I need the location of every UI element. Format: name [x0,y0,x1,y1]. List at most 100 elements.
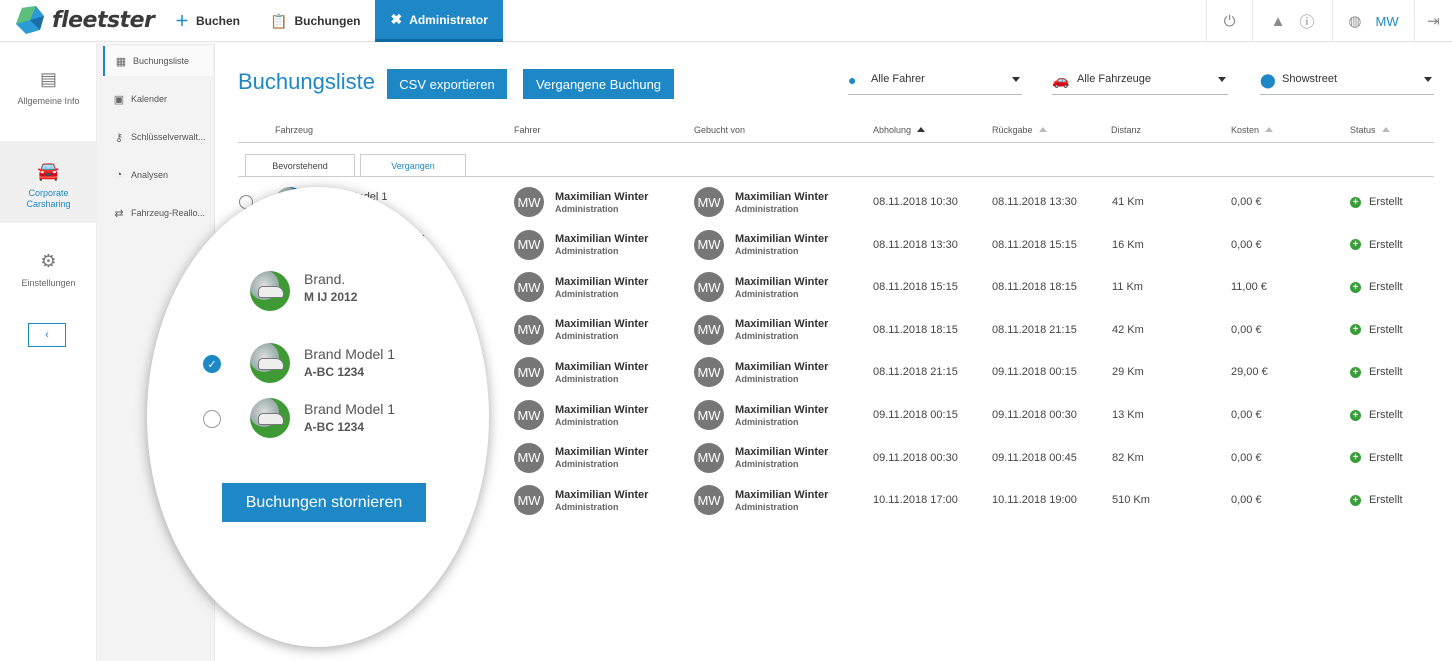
analytics-icon: ◔ [115,169,123,181]
magnified-row[interactable]: Brand Model 1 A-BC 1234 [147,392,489,442]
cost-cell: 11,00 € [1231,281,1267,294]
avatar: MW [694,485,724,516]
page-title: Buchungsliste [238,69,375,94]
nav-label: Buchungen [294,14,361,28]
distance-cell: 510 Km [1112,494,1150,507]
tab-bevorstehend[interactable]: Bevorstehend [245,154,355,176]
row-select-checkbox[interactable]: ✓ [203,355,221,373]
pickup-cell: 08.11.2018 13:30 [873,238,958,251]
row-select-checkbox[interactable] [203,410,221,428]
pickup-cell: 09.11.2018 00:30 [873,451,958,464]
subnav-item-analysen[interactable]: ◔ Analysen [103,160,213,190]
return-cell: 08.11.2018 15:15 [992,238,1077,251]
booked-by-cell: MW Maximilian Winter Administration [694,309,828,351]
list-icon: ▦ [115,55,127,68]
magnified-vehicle-plate: M IJ 2012 [304,290,358,304]
magnified-row-partial: Brand. M IJ 2012 [147,271,489,335]
sidebar-item-einstellungen[interactable]: ⚙ Einstellungen [0,251,97,301]
status-badge: Erstellt [1369,494,1403,507]
subnav-item-schluessel[interactable]: ⚷ Schlüsselverwalt... [103,122,213,152]
nav-administrator[interactable]: ✖ Administrator [375,0,503,42]
info-icon[interactable]: ⓘ [1299,11,1314,32]
booked-by-cell: MW Maximilian Winter Administration [694,266,828,308]
avatar: MW [694,400,724,430]
col-vehicle[interactable]: Fahrzeug [275,125,313,135]
status-created-icon: + [1350,494,1361,506]
magnified-vehicle-plate: A-BC 1234 [304,420,365,434]
booker-role: Administration [735,246,799,257]
status-cell: + Erstellt [1350,351,1403,393]
col-pickup-label: Abholung [873,125,912,135]
subnav-item-label: Analysen [131,170,169,180]
col-cost[interactable]: Kosten [1231,125,1274,135]
subnav-item-buchungsliste[interactable]: ▦ Buchungsliste [103,46,213,76]
col-pickup[interactable]: Abholung [873,125,926,135]
sidebar-item-allgemeine-info[interactable]: ▤ Allgemeine Info [0,69,97,129]
avatar: MW [514,187,544,217]
booked-by-cell: MW Maximilian Winter Administration [694,181,828,223]
check-icon: ✓ [207,358,217,371]
distance-cell: 82 Km [1112,451,1144,464]
driver-role: Administration [555,288,619,299]
booker-role: Administration [735,416,799,427]
status-badge: Erstellt [1369,366,1403,379]
nav-buchen[interactable]: ＋ Buchen [160,0,255,42]
reallocate-icon: ⇄ [114,207,124,220]
avatar: MW [514,229,544,260]
user-menu[interactable]: ◍ MW [1332,0,1414,42]
location-filter-value: Showstreet [1282,73,1338,85]
sidebar-item-corporate-carsharing[interactable]: 🚘 Corporate Carsharing [0,141,97,223]
avatar: MW [514,357,544,388]
cancel-bookings-button[interactable]: Buchungen stornieren [222,483,426,522]
cost-cell: 29,00 € [1231,366,1268,379]
nav-label: Buchen [196,14,241,28]
vehicle-filter-value: Alle Fahrzeuge [1077,73,1151,85]
cost-cell: 0,00 € [1231,323,1262,336]
col-distance[interactable]: Distanz [1111,125,1141,135]
col-status[interactable]: Status [1350,125,1390,135]
car-thumbnail [250,398,290,438]
csv-export-button[interactable]: CSV exportieren [387,69,507,99]
driver-filter[interactable]: ● Alle Fahrer [848,69,1022,95]
subnav-item-label: Buchungsliste [133,56,190,66]
alert-icon[interactable]: ▲ [1271,13,1286,30]
driver-cell: MW Maximilian Winter Administration [514,351,648,393]
subnav-item-kalender[interactable]: ▣ Kalender [103,84,213,114]
magnified-row[interactable]: ✓ Brand Model 1 A-BC 1234 [147,337,489,387]
status-cell: + Erstellt [1350,181,1403,223]
logo[interactable]: fleetster [14,6,155,34]
booker-role: Administration [735,331,799,342]
logout-button[interactable]: ⇥ [1414,0,1452,42]
driver-name: Maximilian Winter [555,275,649,288]
driver-name: Maximilian Winter [555,190,649,203]
magnified-vehicle-model: Brand. [304,271,346,287]
status-created-icon: + [1350,366,1361,378]
cost-cell: 0,00 € [1231,409,1262,421]
sort-asc-icon [1038,127,1047,132]
nav-buchungen[interactable]: 📋 Buchungen [255,0,375,42]
collapse-sidebar-button[interactable]: ‹ [28,323,66,347]
driver-filter-value: Alle Fahrer [871,73,925,85]
col-return[interactable]: Rückgabe [992,125,1047,135]
location-filter[interactable]: ⬤ Showstreet [1260,69,1434,95]
pickup-cell: 08.11.2018 21:15 [873,366,958,379]
subnav-item-fahrzeug-realloc[interactable]: ⇄ Fahrzeug-Reallo... [103,198,213,228]
tab-vergangen[interactable]: Vergangen [360,154,466,176]
status-badge: Erstellt [1369,451,1403,464]
return-cell: 08.11.2018 13:30 [992,196,1077,208]
driver-role: Administration [555,246,619,257]
sort-asc-icon [917,127,926,132]
driver-name: Maximilian Winter [555,233,649,246]
driver-role: Administration [555,203,619,214]
sidebar-item-label: Corporate Carsharing [26,188,71,209]
col-driver[interactable]: Fahrer [514,125,541,135]
return-cell: 08.11.2018 21:15 [992,323,1077,336]
status-badge: Erstellt [1369,409,1403,421]
power-icon: ⏻ [1223,12,1236,30]
avatar: MW [694,187,724,217]
status-cell: + Erstellt [1350,266,1403,308]
vehicle-filter[interactable]: 🚗 Alle Fahrzeuge [1052,69,1228,95]
past-booking-button[interactable]: Vergangene Buchung [523,69,674,99]
col-booked-by[interactable]: Gebucht von [694,125,745,135]
power-button[interactable]: ⏻ [1206,0,1252,42]
